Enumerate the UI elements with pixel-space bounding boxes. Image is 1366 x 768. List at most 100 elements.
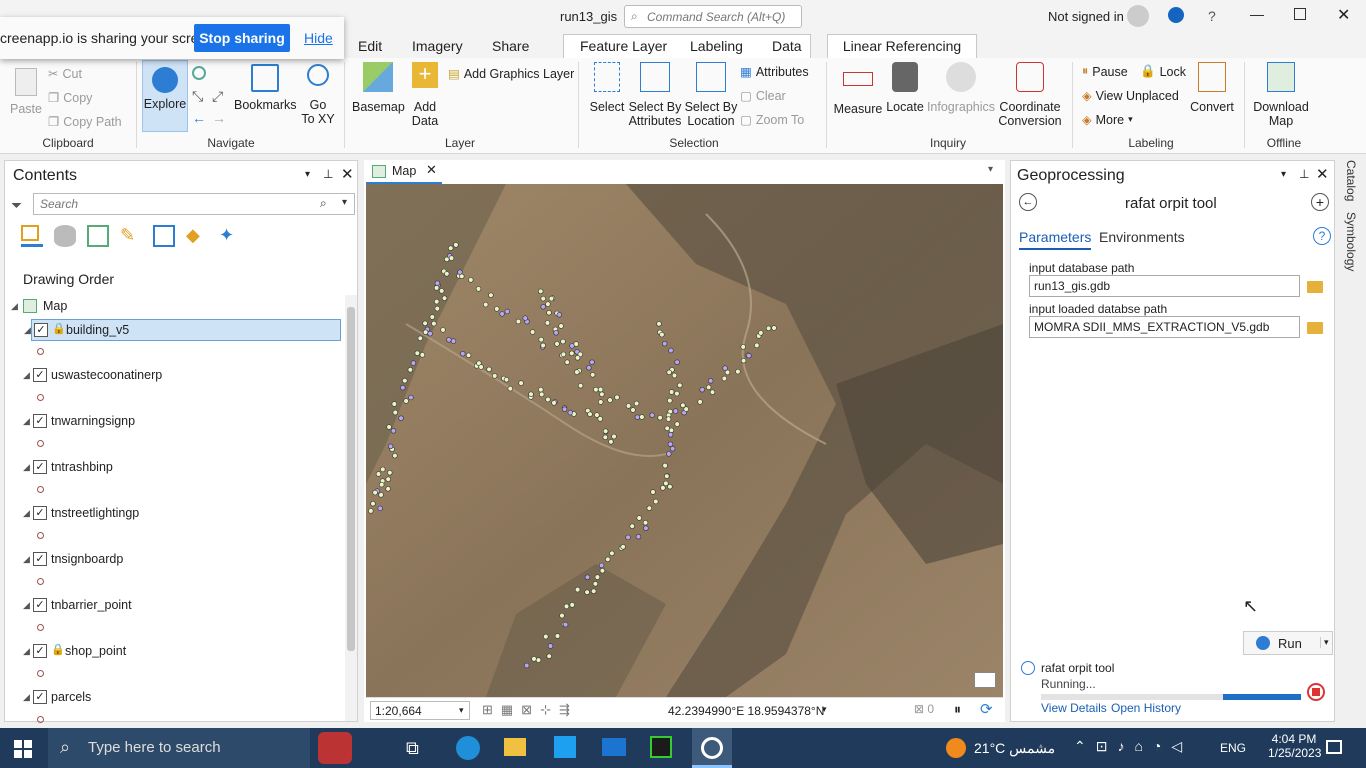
folder-icon[interactable] [1307, 281, 1323, 293]
close-tab-icon[interactable]: ✕ [426, 162, 437, 178]
download-map-button[interactable]: Download Map [1250, 62, 1312, 128]
list-by-perspective-icon[interactable]: ✦ [219, 225, 241, 247]
collapse-icon[interactable]: ◢ [23, 692, 30, 703]
forward-arrow-icon[interactable]: → [212, 110, 226, 126]
layer-visibility-checkbox[interactable]: ✓ [33, 598, 47, 612]
language-indicator[interactable]: ENG [1220, 741, 1246, 755]
more-button[interactable]: ◈ More ▾ [1082, 112, 1133, 128]
clear-button[interactable]: ▢ Clear [740, 88, 786, 104]
layer-row[interactable]: ◢ ✓ tnwarningsignp [5, 411, 345, 433]
grid-tools-icon[interactable]: ⊞▦⊠⊹⇶ [482, 702, 578, 718]
basemap-button[interactable]: Basemap [352, 62, 405, 114]
pause-drawing-icon[interactable]: ⏸ [954, 701, 961, 718]
layer-visibility-checkbox[interactable]: ✓ [33, 690, 47, 704]
collapse-icon[interactable]: ◢ [23, 508, 30, 519]
layer-row[interactable]: ◢ ✓ tnbarrier_point [5, 595, 345, 617]
fixed-zoom-icon[interactable]: ⤡ [192, 88, 203, 105]
collapse-icon[interactable]: ◢ [23, 646, 30, 657]
layer-visibility-checkbox[interactable]: ✓ [33, 460, 47, 474]
bookmarks-button[interactable]: Bookmarks [234, 64, 297, 112]
collapse-icon[interactable]: ◢ [11, 301, 18, 312]
run-button[interactable]: Run ▾ [1243, 631, 1333, 655]
input-loaded-database-path-field[interactable]: MOMRA SDII_MMS_EXTRACTION_V5.gdb [1029, 316, 1300, 338]
infographics-button[interactable]: Infographics [926, 62, 996, 114]
weather-text[interactable]: 21°C مشمس [974, 740, 1055, 757]
scale-selector[interactable]: 1:20,664 ▾ [370, 701, 470, 720]
copy-button[interactable]: ❐ Copy [48, 90, 92, 106]
hide-link[interactable]: Hide [304, 30, 333, 46]
collapse-icon[interactable]: ◢ [23, 416, 30, 427]
cancel-icon[interactable] [1307, 683, 1325, 701]
pin-icon[interactable]: ⊥ [1299, 167, 1309, 181]
layer-visibility-checkbox[interactable]: ✓ [33, 552, 47, 566]
layer-row[interactable]: ◢ ✓ 🔒 shop_point [5, 641, 345, 663]
stop-sharing-button[interactable]: Stop sharing [194, 24, 290, 52]
collapse-icon[interactable]: ◢ [23, 600, 30, 611]
clock[interactable]: 4:04 PM 1/25/2023 [1268, 732, 1321, 760]
pin-icon[interactable]: ⊥ [323, 167, 333, 181]
options-chevron-icon[interactable]: ▾ [305, 169, 310, 180]
explore-button[interactable]: Explore [142, 60, 188, 132]
contents-scrollbar[interactable] [345, 295, 357, 721]
open-history-link[interactable]: Open History [1111, 701, 1181, 715]
collapse-icon[interactable]: ◢ [23, 370, 30, 381]
go-to-xy-button[interactable]: Go To XY [300, 64, 336, 126]
coordinate-conversion-button[interactable]: Coordinate Conversion [998, 62, 1062, 128]
locate-button[interactable]: Locate [884, 62, 926, 114]
arcgis-taskbar-button[interactable] [692, 728, 732, 768]
full-extent-icon[interactable] [192, 66, 206, 80]
cut-button[interactable]: ✂ Cut [48, 66, 82, 82]
input-database-path-field[interactable]: run13_gis.gdb [1029, 275, 1300, 297]
contents-search-input[interactable]: Search ⌕ ▾ [33, 193, 355, 215]
measure-button[interactable]: Measure [832, 62, 884, 116]
scroll-thumb[interactable] [347, 307, 355, 651]
select-by-location-button[interactable]: Select By Location [684, 62, 738, 128]
list-by-editing-icon[interactable]: ✎ [120, 225, 142, 247]
minimize-icon[interactable]: — [1250, 6, 1264, 22]
add-data-button[interactable]: + Add Data [406, 62, 444, 129]
options-chevron-icon[interactable]: ▾ [1281, 169, 1286, 180]
mail-icon[interactable] [602, 738, 626, 756]
help-icon[interactable]: ? [1313, 227, 1331, 245]
signed-in-status[interactable]: Not signed in [1048, 9, 1124, 24]
table-overlay-icon[interactable] [974, 672, 996, 688]
chevron-down-icon[interactable]: ▾ [988, 164, 993, 175]
user-avatar-icon[interactable] [1127, 5, 1149, 27]
collapse-icon[interactable]: ◢ [23, 554, 30, 565]
close-window-icon[interactable]: ✕ [1337, 5, 1350, 25]
back-icon[interactable]: ← [1019, 193, 1037, 211]
select-button[interactable]: Select [586, 62, 628, 114]
zoom-to-button[interactable]: ▢ Zoom To [740, 112, 804, 128]
pycharm-icon[interactable] [650, 736, 672, 758]
layer-visibility-checkbox[interactable]: ✓ [33, 368, 47, 382]
filter-icon[interactable]: ⏷ [11, 197, 22, 214]
close-pane-icon[interactable]: ✕ [1316, 165, 1329, 183]
list-by-labeling-icon[interactable]: ◆ [186, 225, 208, 247]
tab-labeling[interactable]: Labeling [690, 38, 743, 54]
folder-icon[interactable] [1307, 322, 1323, 334]
map-tab[interactable]: Map ✕ [366, 160, 442, 184]
view-details-link[interactable]: View Details [1041, 701, 1107, 715]
lock-button[interactable]: 🔒 Lock [1140, 64, 1186, 79]
store-icon[interactable] [554, 736, 576, 758]
windows-start-icon[interactable] [14, 740, 32, 758]
refresh-icon[interactable]: ⟳ [980, 700, 993, 718]
paste-button[interactable]: Paste [8, 68, 44, 116]
back-arrow-icon[interactable]: ← [192, 110, 206, 126]
task-view-icon[interactable]: ⧉ [406, 738, 419, 759]
symbology-tab[interactable]: Symbology [1344, 212, 1358, 271]
attributes-button[interactable]: ▦ Attributes [740, 64, 809, 80]
restore-icon[interactable] [1294, 8, 1306, 20]
tab-imagery[interactable]: Imagery [412, 38, 463, 54]
map-canvas[interactable] [366, 184, 1003, 697]
list-by-drawing-order-icon[interactable] [21, 225, 43, 247]
notification-icon[interactable] [1168, 7, 1184, 23]
select-by-attributes-button[interactable]: Select By Attributes [628, 62, 682, 128]
catalog-tab[interactable]: Catalog [1344, 160, 1358, 201]
layer-row[interactable]: ◢ ✓ parcels [5, 687, 345, 709]
search-highlight-icon[interactable] [318, 732, 352, 764]
taskbar-search[interactable]: ⌕ Type here to search [48, 728, 310, 768]
add-graphics-layer-button[interactable]: ▤ Add Graphics Layer [448, 66, 574, 82]
layer-visibility-checkbox[interactable]: ✓ [34, 323, 48, 337]
layer-visibility-checkbox[interactable]: ✓ [33, 414, 47, 428]
